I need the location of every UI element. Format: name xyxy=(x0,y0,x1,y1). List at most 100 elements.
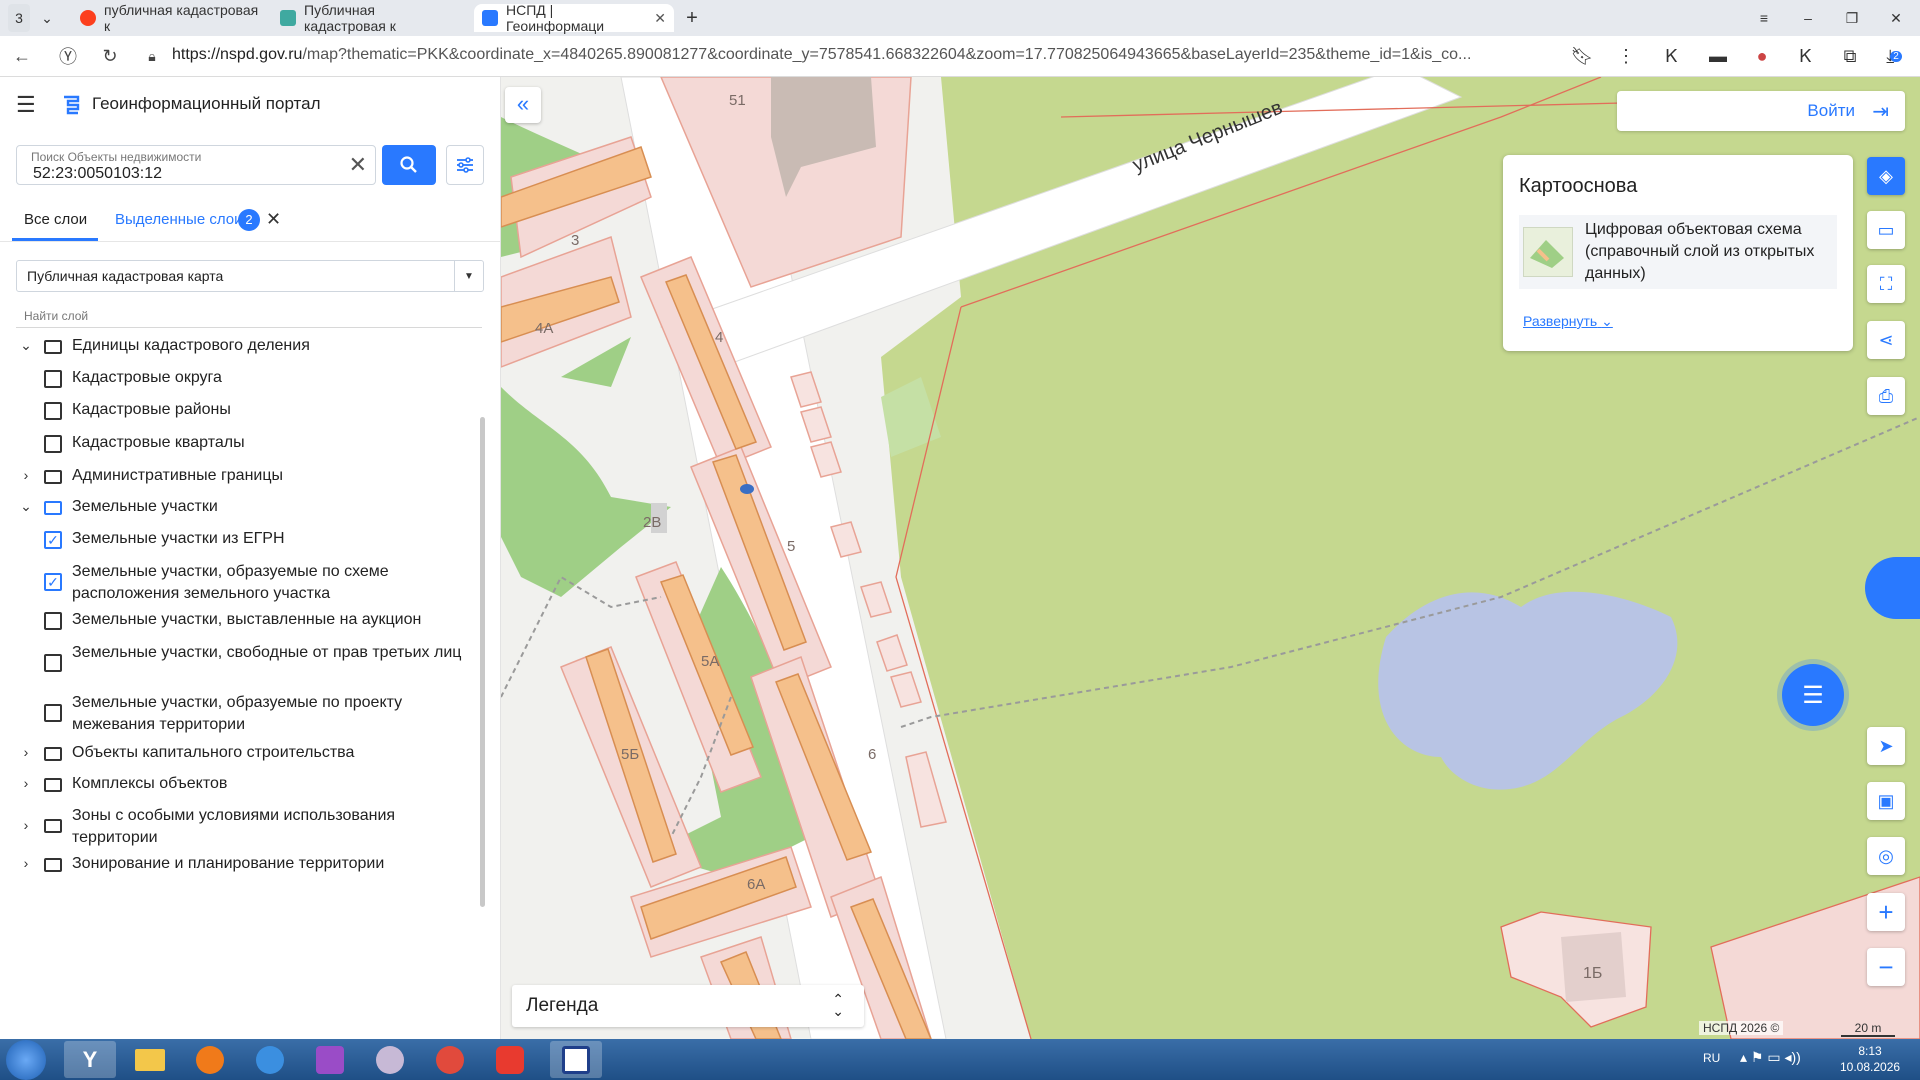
minimap-button[interactable]: ▣ xyxy=(1867,782,1905,820)
extension-k2-icon[interactable]: Ꮶ xyxy=(1794,44,1818,68)
tray-language[interactable]: RU xyxy=(1703,1051,1720,1065)
new-tab-icon[interactable]: + xyxy=(680,4,704,32)
tray-icons[interactable]: ▴ ⚑ ▭ ◂)) xyxy=(1740,1049,1801,1066)
taskbar-wps[interactable] xyxy=(484,1041,536,1078)
sidebar-scrollbar[interactable] xyxy=(480,417,485,907)
chat-button[interactable]: ☰ xyxy=(1782,664,1844,726)
yandex-protect-icon[interactable]: Ⓨ xyxy=(56,44,80,68)
taskbar-firefox[interactable] xyxy=(184,1041,236,1078)
sliders-icon xyxy=(457,157,473,173)
basemap-option[interactable]: Цифровая объектовая схема (справочный сл… xyxy=(1519,215,1837,289)
chevron-right-icon[interactable]: › xyxy=(18,467,34,483)
chevron-down-icon[interactable]: ⌄ xyxy=(18,337,34,354)
taskbar-app-brain[interactable] xyxy=(364,1041,416,1078)
chevron-right-icon[interactable]: › xyxy=(18,744,34,760)
checkbox[interactable] xyxy=(44,612,62,630)
lock-icon[interactable]: 🔒︎ xyxy=(140,44,164,68)
cadastral-search-input[interactable]: Поиск Объекты недвижимости 52:23:0050103… xyxy=(16,145,376,185)
legend-bar[interactable]: Легенда ⌃ ⌄ xyxy=(512,985,864,1027)
close-tab-icon[interactable]: ✕ xyxy=(654,10,666,27)
clear-selected-icon[interactable]: ✕ xyxy=(266,209,281,230)
checkbox[interactable] xyxy=(44,370,62,388)
layers-button[interactable]: ◈ xyxy=(1867,157,1905,195)
chevron-right-icon[interactable]: › xyxy=(18,855,34,871)
tab-1[interactable]: публичная кадастровая к xyxy=(72,2,268,34)
layer-label: Земельные участки xyxy=(72,498,218,515)
dropdown-arrow-icon[interactable]: ▼ xyxy=(454,261,483,291)
taskbar-app-active[interactable] xyxy=(550,1041,602,1078)
folder-icon xyxy=(44,819,62,833)
location-pin-button[interactable]: ◎ xyxy=(1867,837,1905,875)
chevron-right-icon[interactable]: › xyxy=(18,775,34,791)
map-canvas[interactable]: 51 3 4А 4 2В 5 5А 5Б 6 6А 1Б улица Черны… xyxy=(501,77,1920,1039)
menu-lines-icon[interactable]: ≡ xyxy=(1752,4,1776,32)
tab-count[interactable]: 3 xyxy=(8,4,30,32)
start-button[interactable] xyxy=(6,1040,46,1080)
expand-collapse-icon[interactable]: ⌃ ⌄ xyxy=(832,992,844,1018)
extension-hat-icon[interactable]: ▬ xyxy=(1706,44,1730,68)
back-icon[interactable]: ← xyxy=(10,44,34,68)
tab-selected-layers[interactable]: Выделенные слои xyxy=(115,211,242,228)
collapse-sidebar-button[interactable]: « xyxy=(505,87,541,123)
reload-icon[interactable]: ↻ xyxy=(98,44,122,68)
downloads-icon[interactable]: ⤓2 xyxy=(1882,44,1906,68)
folder-icon xyxy=(44,340,62,354)
search-button[interactable] xyxy=(382,145,436,185)
tab-list-chevron-icon[interactable]: ⌄ xyxy=(36,4,58,32)
close-window-icon[interactable]: ✕ xyxy=(1884,4,1908,32)
extension-badge-icon[interactable]: ● xyxy=(1750,44,1774,68)
bookmark-icon[interactable]: 🔖︎ xyxy=(1570,44,1594,68)
share-button[interactable]: ⋖ xyxy=(1867,321,1905,359)
filter-settings-button[interactable] xyxy=(446,145,484,185)
tab-2-label: Публичная кадастровая к xyxy=(304,2,396,34)
url-field[interactable]: https://nspd.gov.ru/map?thematic=PKK&coo… xyxy=(172,46,1471,64)
selected-object-marker[interactable] xyxy=(740,484,754,494)
clear-search-icon[interactable]: ✕ xyxy=(349,154,367,176)
tab-3-active[interactable]: НСПД | Геоинформаци ✕ xyxy=(474,2,674,34)
minimize-icon[interactable]: – xyxy=(1796,4,1820,32)
extension-k-icon[interactable]: Ꮶ xyxy=(1660,44,1684,68)
checkbox[interactable] xyxy=(44,704,62,722)
layer-tabs: Все слои Выделенные слои 2 ✕ xyxy=(0,201,500,242)
zoom-in-button[interactable]: + xyxy=(1867,893,1905,931)
firefox-icon xyxy=(196,1045,224,1074)
zoom-out-button[interactable]: − xyxy=(1867,948,1905,986)
parcel-small xyxy=(876,634,908,672)
checkbox-checked[interactable]: ✓ xyxy=(44,573,62,591)
taskbar-ccleaner[interactable] xyxy=(424,1041,476,1078)
expand-link[interactable]: Развернуть ⌄ xyxy=(1523,313,1613,330)
checkbox[interactable] xyxy=(44,654,62,672)
tab-all-layers[interactable]: Все слои xyxy=(24,211,87,228)
side-panel-tab[interactable] xyxy=(1865,557,1920,619)
address-bar: ← Ⓨ ↻ 🔒︎ https://nspd.gov.ru/map?themati… xyxy=(0,36,1920,77)
layer-label: Зонирование и планирование территории xyxy=(72,855,385,872)
find-layer-input[interactable]: Найти слой xyxy=(24,309,88,323)
taskbar-explorer[interactable] xyxy=(124,1041,176,1078)
restore-icon[interactable]: ❐ xyxy=(1840,4,1864,32)
login-button[interactable]: Войти ⇥ xyxy=(1617,91,1905,131)
plus-icon: + xyxy=(1878,896,1894,927)
area-select-button[interactable]: ⛶ xyxy=(1867,265,1905,303)
taskbar-globe[interactable] xyxy=(244,1041,296,1078)
building-label: 2В xyxy=(643,514,661,531)
building-label: 4 xyxy=(715,329,723,346)
taskbar-app-purple[interactable] xyxy=(304,1041,356,1078)
layer-set-select[interactable]: Публичная кадастровая карта ▼ xyxy=(16,260,484,292)
geolocate-button[interactable]: ➤ xyxy=(1867,727,1905,765)
checkbox[interactable] xyxy=(44,435,62,453)
taskbar-yandex-browser[interactable]: Y xyxy=(64,1041,116,1078)
checkbox-checked[interactable]: ✓ xyxy=(44,531,62,549)
more-vert-icon[interactable]: ⋮ xyxy=(1614,44,1638,68)
tab-2[interactable]: Публичная кадастровая к xyxy=(272,2,468,34)
hamburger-menu-icon[interactable]: ☰ xyxy=(16,93,40,117)
chevron-right-icon[interactable]: › xyxy=(18,817,34,833)
print-button[interactable]: ⎙ xyxy=(1867,377,1905,415)
chevron-down-icon[interactable]: ⌄ xyxy=(18,498,34,515)
layer-label: Земельные участки, свободные от прав тре… xyxy=(72,644,462,661)
layer-label: Земельные участки, образуемые по схеме р… xyxy=(72,563,389,602)
extensions-puzzle-icon[interactable]: ⧉ xyxy=(1838,44,1862,68)
navigation-arrow-icon: ➤ xyxy=(1878,735,1894,756)
measure-button[interactable]: ▭ xyxy=(1867,211,1905,249)
tray-clock[interactable]: 8:13 10.08.2026 xyxy=(1840,1043,1900,1075)
checkbox[interactable] xyxy=(44,402,62,420)
